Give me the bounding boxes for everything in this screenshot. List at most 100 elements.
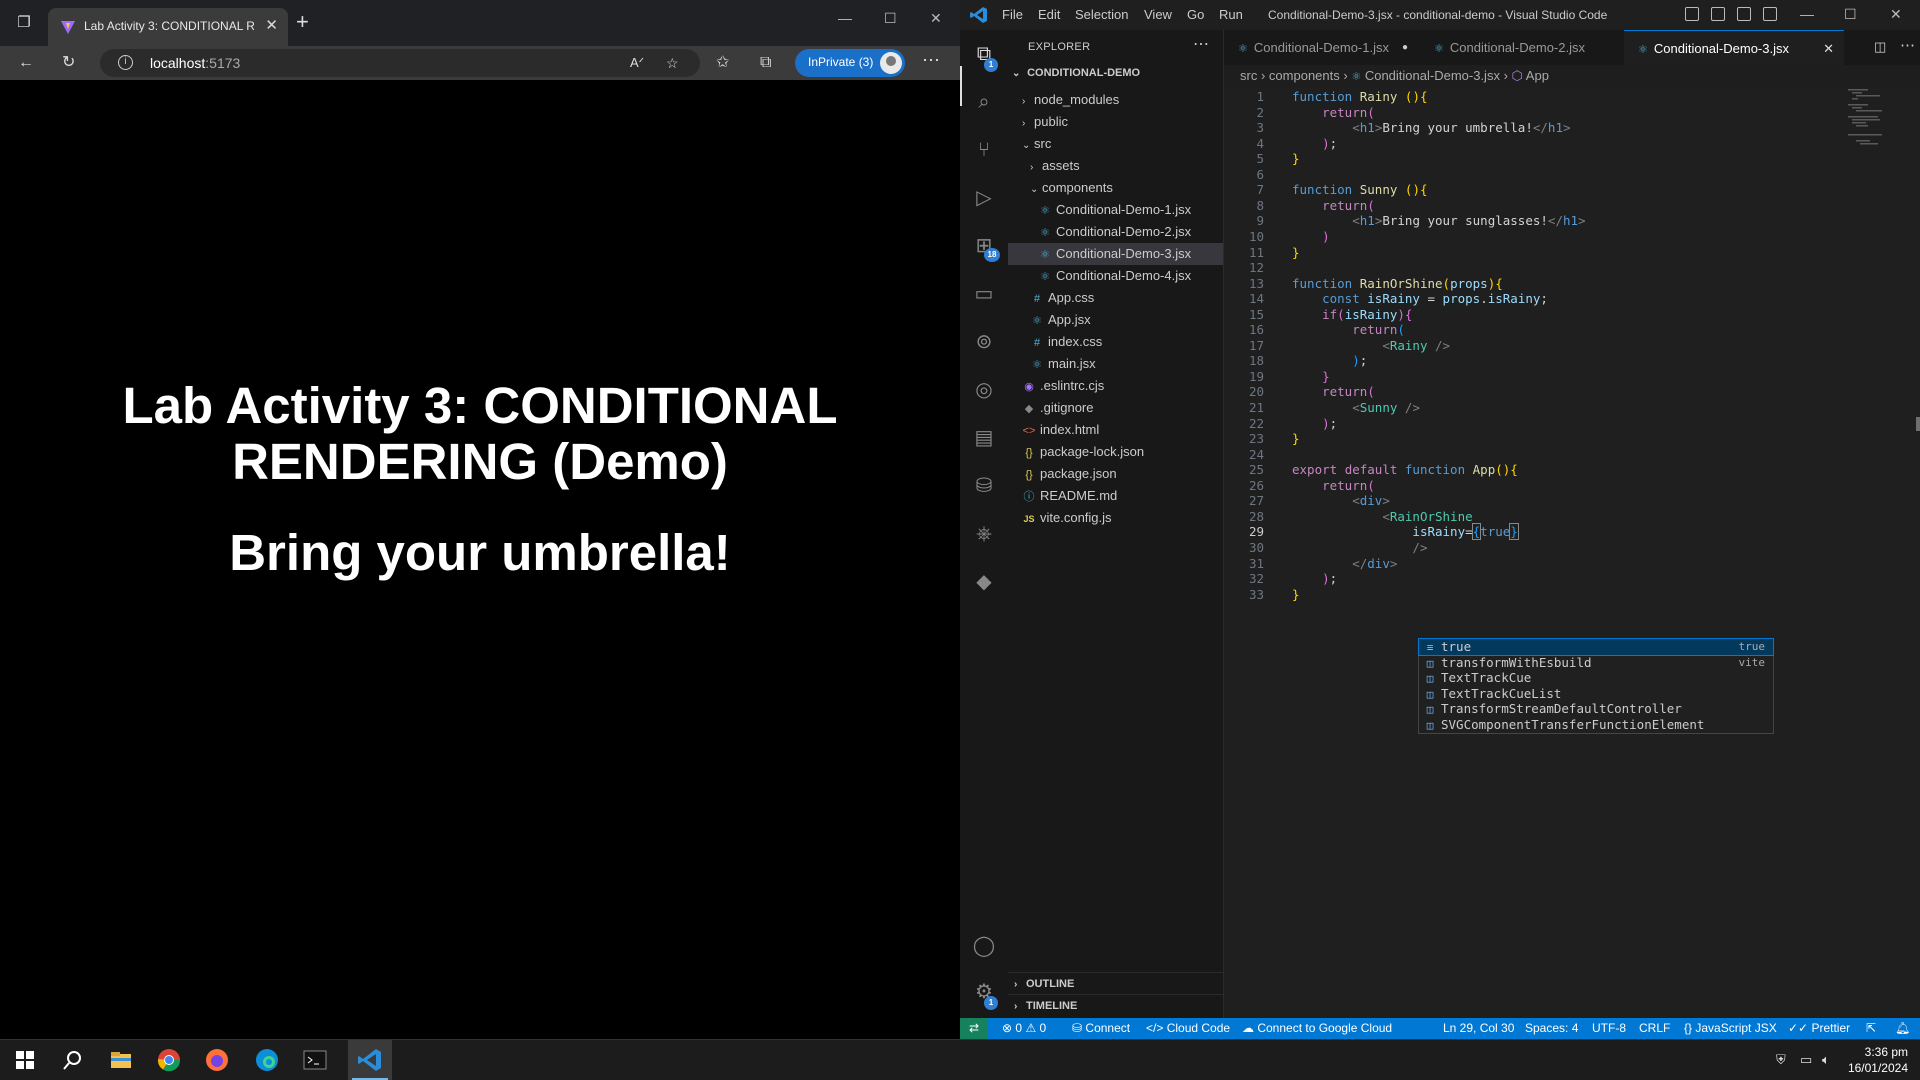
toggle-secondary-sidebar-icon[interactable] [1737, 7, 1751, 21]
add-favorite-icon[interactable]: ☆ [666, 53, 679, 73]
code-line[interactable]: isRainy={true} [1292, 523, 1519, 541]
volume-icon[interactable]: 🔈︎ [1822, 1052, 1830, 1068]
tree-item[interactable]: › node_modules [1008, 89, 1223, 111]
code-line[interactable]: } [1292, 587, 1300, 602]
live-share-icon[interactable]: ⇱ [1866, 1021, 1876, 1035]
tree-item[interactable]: › public [1008, 111, 1223, 133]
close-tab-icon[interactable]: ✕ [265, 16, 278, 34]
edge-icon[interactable] [254, 1047, 280, 1073]
code-editor[interactable]: 1 function Rainy (){2 return(3 <h1>Bring … [1224, 87, 1920, 1018]
suggestion-item[interactable]: ◫ TransformStreamDefaultController [1419, 701, 1773, 717]
tree-item[interactable]: ⚛ Conditional-Demo-2.jsx [1008, 221, 1223, 243]
minimap[interactable] [1846, 87, 1906, 147]
maximize-icon[interactable]: ☐ [884, 10, 897, 27]
database-icon[interactable]: ⛁ [972, 474, 996, 498]
tree-item[interactable]: ⚛ main.jsx [1008, 353, 1223, 375]
minimize-icon[interactable]: — [1800, 6, 1814, 22]
firefox-icon[interactable] [204, 1047, 230, 1073]
code-line[interactable]: ); [1292, 571, 1337, 586]
code-line[interactable]: export default function App(){ [1292, 462, 1518, 477]
language-mode[interactable]: {} JavaScript JSX [1684, 1021, 1777, 1035]
chrome-icon[interactable] [156, 1047, 182, 1073]
more-icon[interactable]: ⋯ [922, 50, 940, 70]
tree-item[interactable]: <> index.html [1008, 419, 1223, 441]
suggestion-item[interactable]: ≡ true true [1418, 638, 1774, 656]
tree-item[interactable]: ⌄ components [1008, 177, 1223, 199]
more-actions-icon[interactable]: ⋯ [1900, 36, 1915, 54]
new-tab-icon[interactable]: + [296, 11, 309, 33]
menu-view[interactable]: View [1144, 7, 1172, 22]
tree-item[interactable]: ⌄ src [1008, 133, 1223, 155]
suggestion-item[interactable]: ◫ TextTrackCueList [1419, 686, 1773, 702]
run-debug-icon[interactable]: ▷ [972, 186, 996, 210]
close-window-icon[interactable]: ✕ [1890, 6, 1902, 23]
line-endings[interactable]: CRLF [1639, 1021, 1670, 1035]
code-line[interactable]: ); [1292, 353, 1367, 368]
code-line[interactable]: <Sunny /> [1292, 400, 1420, 415]
source-control-icon[interactable]: ⑂ [972, 138, 996, 162]
file-explorer-icon[interactable] [108, 1047, 134, 1073]
split-editor-icon[interactable]: ◫ [1874, 39, 1886, 55]
tree-item[interactable]: ⚛ Conditional-Demo-1.jsx [1008, 199, 1223, 221]
code-line[interactable]: <h1>Bring your umbrella!</h1> [1292, 120, 1570, 135]
kubernetes-icon[interactable]: ⎈ [972, 522, 996, 546]
accounts-icon[interactable]: ◯ [972, 934, 996, 958]
code-line[interactable]: return( [1292, 198, 1375, 213]
close-window-icon[interactable]: ✕ [930, 10, 942, 27]
code-line[interactable]: } [1292, 151, 1300, 166]
menu-file[interactable]: File [1002, 7, 1023, 22]
customize-layout-icon[interactable] [1763, 7, 1777, 21]
toggle-sidebar-icon[interactable] [1685, 7, 1699, 21]
menu-run[interactable]: Run [1219, 7, 1243, 22]
vscode-taskbar-icon[interactable] [357, 1047, 383, 1073]
breadcrumb-item[interactable]: components [1269, 68, 1340, 83]
code-line[interactable]: <h1>Bring your sunglasses!</h1> [1292, 213, 1585, 228]
cloud-code-icon[interactable]: ◆ [972, 570, 996, 594]
tree-item[interactable]: JS vite.config.js [1008, 507, 1223, 529]
remote-indicator[interactable]: ⇄ [960, 1018, 988, 1039]
tree-item[interactable]: # index.css [1008, 331, 1223, 353]
tree-item[interactable]: # App.css [1008, 287, 1223, 309]
root-folder[interactable]: ⌄ CONDITIONAL-DEMO [1012, 67, 1222, 79]
favorites-icon[interactable]: ✩ [716, 53, 729, 73]
tree-item[interactable]: › assets [1008, 155, 1223, 177]
code-line[interactable]: if(isRainy){ [1292, 307, 1412, 322]
breadcrumb-item[interactable]: src [1240, 68, 1257, 83]
code-line[interactable]: function RainOrShine(props){ [1292, 276, 1503, 291]
edge-tools-icon[interactable]: ◎ [972, 378, 996, 402]
close-tab-icon[interactable]: ✕ [1823, 31, 1834, 66]
search-icon[interactable]: ⌕ [972, 90, 996, 114]
tree-item[interactable]: ⚛ App.jsx [1008, 309, 1223, 331]
code-line[interactable]: ); [1292, 416, 1337, 431]
indentation[interactable]: Spaces: 4 [1525, 1021, 1578, 1035]
maximize-icon[interactable]: ☐ [1844, 6, 1857, 23]
tab-actions-icon[interactable]: ❐ [14, 13, 34, 33]
code-line[interactable]: } [1292, 245, 1300, 260]
code-line[interactable]: } [1292, 431, 1300, 446]
tab-conditional-demo-3[interactable]: ⚛ Conditional-Demo-3.jsx ✕ [1624, 30, 1844, 65]
code-line[interactable]: <Rainy /> [1292, 338, 1450, 353]
menu-edit[interactable]: Edit [1038, 7, 1060, 22]
google-cloud-status[interactable]: ☁ Connect to Google Cloud [1242, 1021, 1392, 1035]
code-line[interactable]: </div> [1292, 556, 1397, 571]
notifications-bell-icon[interactable]: 🔔︎ [1895, 1021, 1910, 1035]
suggestion-item[interactable]: ◫ SVGComponentTransferFunctionElement [1419, 717, 1773, 733]
tab-conditional-demo-1[interactable]: ⚛ Conditional-Demo-1.jsx ● [1224, 30, 1420, 65]
remote-explorer-icon[interactable]: ▭ [972, 282, 996, 306]
tab-conditional-demo-2[interactable]: ⚛ Conditional-Demo-2.jsx [1420, 30, 1610, 65]
tree-item[interactable]: ◆ .gitignore [1008, 397, 1223, 419]
connect-status[interactable]: ⛁ Connect [1072, 1021, 1130, 1035]
toggle-panel-icon[interactable] [1711, 7, 1725, 21]
menu-go[interactable]: Go [1187, 7, 1204, 22]
problems-indicator[interactable]: ⊗ 0 ⚠ 0 [1002, 1021, 1046, 1035]
tree-item[interactable]: ◉ .eslintrc.cjs [1008, 375, 1223, 397]
code-line[interactable]: return( [1292, 322, 1405, 337]
search-icon[interactable] [60, 1047, 86, 1073]
code-line[interactable]: /> [1292, 540, 1427, 555]
site-info-icon[interactable]: i [118, 55, 133, 70]
collections-icon[interactable]: ⧉ [760, 53, 771, 73]
cursor-position[interactable]: Ln 29, Col 30 [1443, 1021, 1514, 1035]
network-icon[interactable]: ▭ [1800, 1052, 1812, 1068]
code-line[interactable]: return( [1292, 105, 1375, 120]
windows-start-icon[interactable] [12, 1047, 38, 1073]
